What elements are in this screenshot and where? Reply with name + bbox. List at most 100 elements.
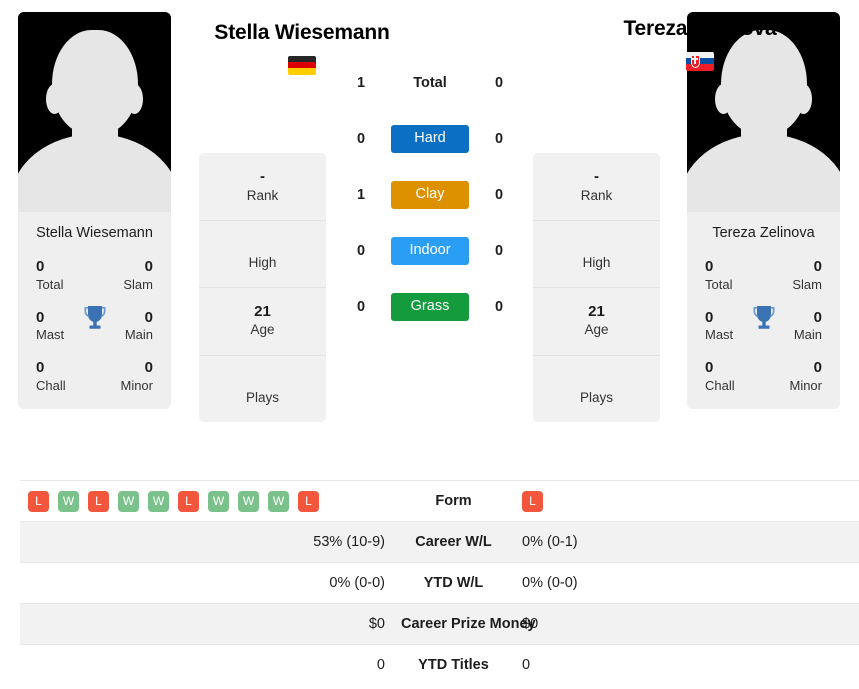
titles-grid-right: 0 Total 0 Slam 0 Mast 0 Main 0 Chall 0 M… [693,258,834,395]
player-card-info-left: Stella Wiesemann 0 Total 0 Slam 0 Mast 0… [18,212,171,409]
player-card-info-right: Tereza Zelinova 0 Total 0 Slam 0 Mast 0 … [687,212,840,409]
player-info-card-left: - Rank High 21 Age Plays [199,153,326,422]
form-label: Form [435,493,472,509]
surface-label-wrap-grass: Grass [382,293,478,321]
stat-value-left-text: 53% (10-9) [313,534,385,550]
titles-minor-label-right: Minor [789,377,822,393]
stat-label-cell: YTD Titles [393,644,514,686]
titles-total-right: 0 Total [693,258,764,294]
info-high-right: High [533,221,660,288]
form-badge-loss[interactable]: L [178,490,199,512]
titles-slam-value-right: 0 [813,257,822,275]
surface-label-wrap-total: Total [382,74,478,92]
surface-right-count-clay: 0 [494,187,504,203]
titles-chall-left: 0 Chall [24,359,95,395]
surface-badge-clay[interactable]: Clay [391,181,469,209]
form-badge-win[interactable]: W [118,490,139,512]
form-badge-win[interactable]: W [268,490,289,512]
stat-label-cell: YTD W/L [393,562,514,604]
form-badge-win[interactable]: W [58,490,79,512]
surface-left-count-indoor: 0 [356,243,366,259]
titles-chall-value-right: 0 [705,359,714,377]
surface-label-wrap-clay: Clay [382,181,478,209]
info-age-value-right: 21 [588,302,605,320]
surface-badge-grass[interactable]: Grass [391,293,469,321]
surface-right-count-hard: 0 [494,131,504,147]
info-age-label-left: Age [250,322,275,338]
stat-value-left: 0 [20,644,393,686]
titles-minor-right: 0 Minor [764,359,835,395]
surface-label-total: Total [413,75,447,91]
stat-value-right-text: $0 [522,616,539,632]
trophy-icon [82,304,108,332]
form-badge-loss[interactable]: L [88,490,109,512]
titles-total-value-left: 0 [36,257,45,275]
form-badge-loss[interactable]: L [298,490,319,512]
titles-slam-value-left: 0 [144,257,153,275]
surface-row-clay: 1 Clay 0 [340,167,520,223]
titles-chall-label-right: Chall [705,377,735,393]
trophy-icon [751,304,777,332]
player-card-name-left: Stella Wiesemann [36,225,153,241]
player-name-left: Stella Wiesemann [214,21,390,44]
form-badge-win[interactable]: W [148,490,169,512]
stat-label-cell: Career W/L [393,521,514,563]
stats-comparison-table: LWLWWLWWWL Form L 53% (10-9) Career W/L 0%… [20,480,859,686]
stat-value-right-text: 0% (0-1) [522,534,578,550]
surface-row-grass: 0 Grass 0 [340,279,520,335]
surface-titles-comparison: 1 Total 0 0 Hard 0 1 Clay 0 0 Indoor 0 0 Grass 0 [340,55,520,335]
player-card-right[interactable]: Tereza Zelinova 0 Total 0 Slam 0 Mast 0 … [687,12,840,409]
player-info-card-right: - Rank High 21 Age Plays [533,153,660,422]
top-section: Stella Wiesemann 0 Total 0 Slam 0 Mast 0… [0,0,859,470]
flag-slovakia-icon [686,51,714,71]
stat-value-left-text: 0 [376,657,385,673]
form-badge-loss[interactable]: L [28,490,49,512]
surface-badge-indoor[interactable]: Indoor [391,237,469,265]
stat-label: YTD Titles [418,657,489,673]
stat-value-right: $0 [514,603,859,645]
titles-slam-label-left: Slam [123,276,153,292]
info-high-left: High [199,221,326,288]
titles-minor-left: 0 Minor [95,359,166,395]
surface-left-count-clay: 1 [356,187,366,203]
surface-row-total: 1 Total 0 [340,55,520,111]
info-age-left: 21 Age [199,288,326,356]
info-rank-value-left: - [260,168,265,185]
surface-label-wrap-indoor: Indoor [382,237,478,265]
stat-value-right: 0% (0-1) [514,521,859,563]
table-row: 53% (10-9) Career W/L 0% (0-1) [20,521,859,563]
titles-total-label-left: Total [36,276,64,292]
surface-left-count-hard: 0 [356,131,366,147]
flag-germany-icon [288,55,316,75]
info-age-label-right: Age [584,322,609,338]
silhouette-body-icon [687,134,840,212]
stat-value-right: 0% (0-0) [514,562,859,604]
info-plays-value-left [203,370,322,389]
silhouette-ear-left-icon [46,84,63,114]
form-badge-win[interactable]: W [208,490,229,512]
stat-value-right-text: 0% (0-0) [522,575,578,591]
player-header-right: Tereza Zelinova [530,16,859,71]
titles-total-value-right: 0 [705,257,714,275]
form-badge-win[interactable]: W [238,490,259,512]
info-rank-right: - Rank [533,153,660,221]
surface-badge-hard[interactable]: Hard [391,125,469,153]
info-plays-label-left: Plays [245,389,279,405]
info-age-value-left: 21 [254,302,271,320]
titles-chall-value-left: 0 [36,359,45,377]
table-row: 0 YTD Titles 0 [20,644,859,686]
table-row: 0% (0-0) YTD W/L 0% (0-0) [20,562,859,604]
titles-total-label-right: Total [705,276,733,292]
form-label-cell: Form [393,480,514,522]
info-plays-right: Plays [533,356,660,422]
player-card-left[interactable]: Stella Wiesemann 0 Total 0 Slam 0 Mast 0… [18,12,171,409]
silhouette-ear-right-icon [126,84,143,114]
titles-minor-label-left: Minor [120,377,153,393]
stat-value-left-text: $0 [368,616,385,632]
info-rank-left: - Rank [199,153,326,221]
info-high-label-right: High [582,254,611,270]
silhouette-ear-right-icon [795,84,812,114]
form-badge-loss[interactable]: L [522,490,543,512]
titles-minor-value-right: 0 [813,359,822,377]
info-rank-label-left: Rank [246,187,279,203]
